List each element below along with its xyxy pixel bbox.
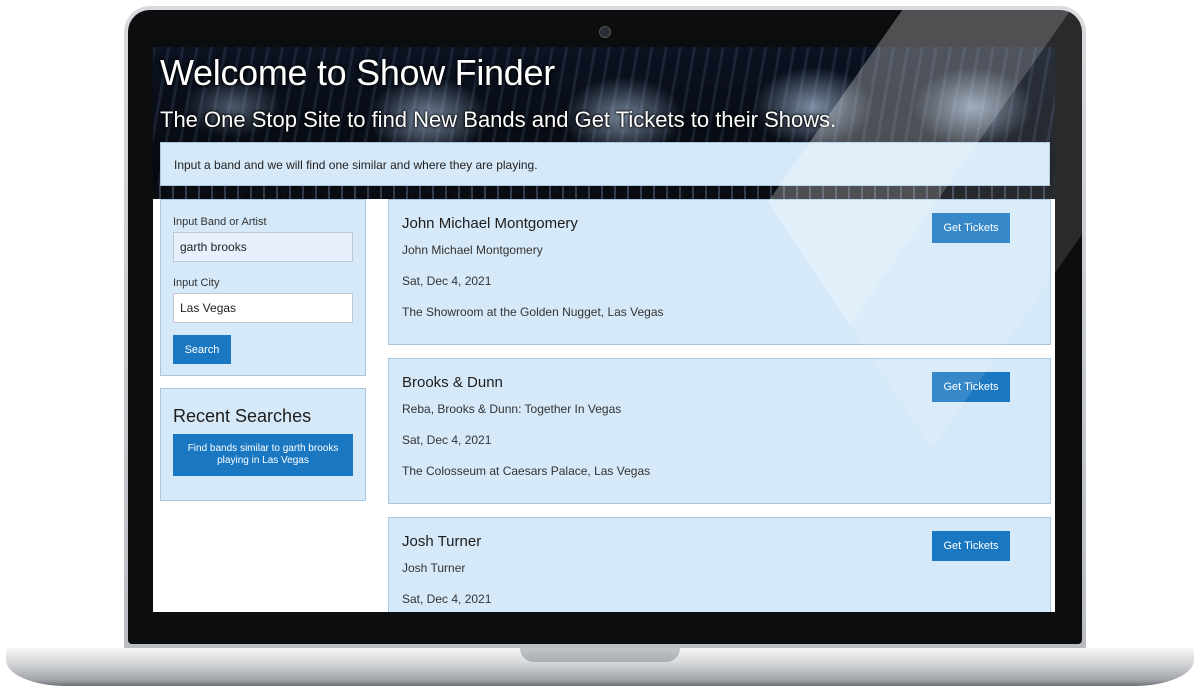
get-tickets-button[interactable]: Get Tickets [932,531,1010,561]
laptop-notch [520,648,680,662]
search-panel: Input Band or Artist Input City Search [160,199,366,376]
result-event: Reba, Brooks & Dunn: Together In Vegas [402,402,622,416]
result-date: Sat, Dec 4, 2021 [402,274,492,288]
result-card: Josh Turner Josh Turner Sat, Dec 4, 2021… [388,517,1051,612]
search-button[interactable]: Search [173,335,231,364]
result-card: John Michael Montgomery John Michael Mon… [388,199,1051,345]
recent-searches-title: Recent Searches [173,406,312,426]
band-input[interactable] [173,232,353,262]
result-date: Sat, Dec 4, 2021 [402,433,492,447]
result-date: Sat, Dec 4, 2021 [402,592,492,606]
result-event: John Michael Montgomery [402,243,543,257]
recent-searches-panel: Recent Searches Find bands similar to ga… [160,388,366,501]
intro-text: Input a band and we will find one simila… [174,158,538,172]
band-field-label: Input Band or Artist [173,216,267,228]
city-field-label: Input City [173,277,220,289]
concert-banner: Welcome to Show Finder The One Stop Site… [153,47,1055,199]
result-event: Josh Turner [402,561,466,575]
result-artist: John Michael Montgomery [402,215,578,232]
result-card: Brooks & Dunn Reba, Brooks & Dunn: Toget… [388,358,1051,504]
result-venue: The Showroom at the Golden Nugget, Las V… [402,305,664,319]
page-title: Welcome to Show Finder [160,52,555,93]
result-artist: Josh Turner [402,533,482,550]
camera-icon [599,26,611,38]
browser-screen: Welcome to Show Finder The One Stop Site… [153,47,1055,612]
get-tickets-button[interactable]: Get Tickets [932,213,1010,243]
page-subtitle: The One Stop Site to find New Bands and … [160,107,837,132]
result-artist: Brooks & Dunn [402,374,503,391]
city-input[interactable] [173,293,353,323]
intro-box: Input a band and we will find one simila… [160,142,1050,186]
get-tickets-button[interactable]: Get Tickets [932,372,1010,402]
result-venue: The Colosseum at Caesars Palace, Las Veg… [402,464,651,478]
recent-search-button[interactable]: Find bands similar to garth brooks playi… [173,434,353,476]
